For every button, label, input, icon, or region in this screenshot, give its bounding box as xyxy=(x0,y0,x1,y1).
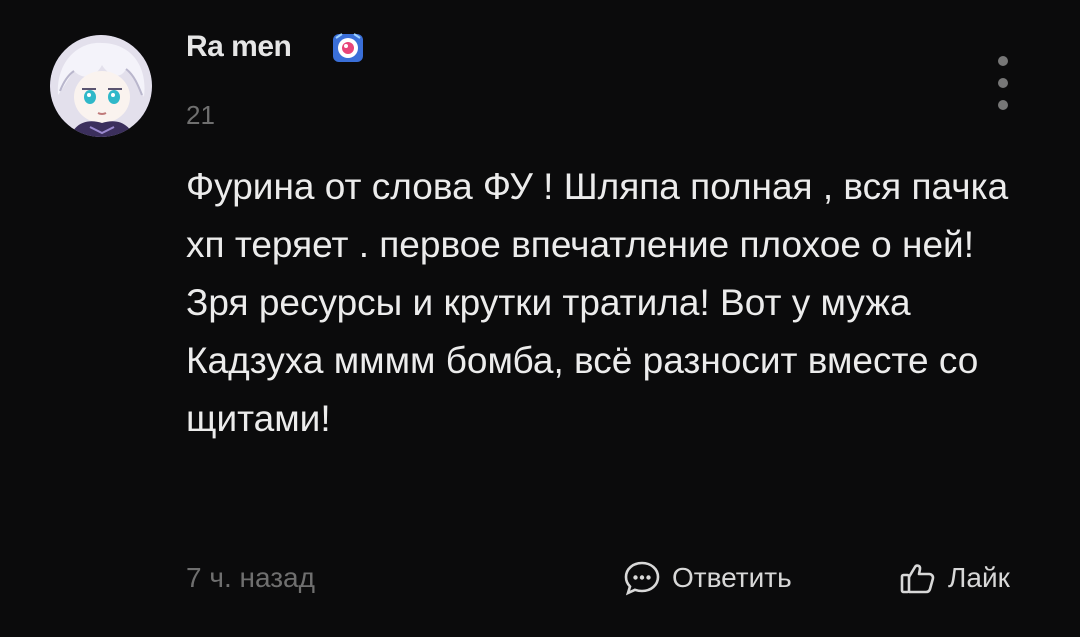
more-vertical-icon-dot xyxy=(998,100,1008,110)
comment-timestamp: 7 ч. назад xyxy=(186,562,315,593)
chat-bubble-icon xyxy=(624,561,660,596)
like-button[interactable]: Лайк xyxy=(898,556,1010,600)
more-vertical-icon-dot xyxy=(998,78,1008,88)
comment-card: Ra men 21 Фурина от слова ФУ ! Шляпа пол… xyxy=(0,0,1080,637)
more-options-button[interactable] xyxy=(992,56,1014,110)
reply-button-label: Ответить xyxy=(672,562,792,593)
avatar[interactable] xyxy=(50,35,152,137)
author-name[interactable]: Ra men xyxy=(186,30,292,64)
avatar-image xyxy=(50,35,152,137)
user-level: 21 xyxy=(186,100,215,130)
fan-badge-icon xyxy=(330,30,366,66)
comment-body: Фурина от слова ФУ ! Шляпа полная , вся … xyxy=(186,166,1009,439)
like-button-label: Лайк xyxy=(948,562,1010,593)
thumbs-up-icon xyxy=(900,564,935,594)
more-vertical-icon xyxy=(998,56,1008,66)
reply-button[interactable]: Ответить xyxy=(622,556,792,600)
